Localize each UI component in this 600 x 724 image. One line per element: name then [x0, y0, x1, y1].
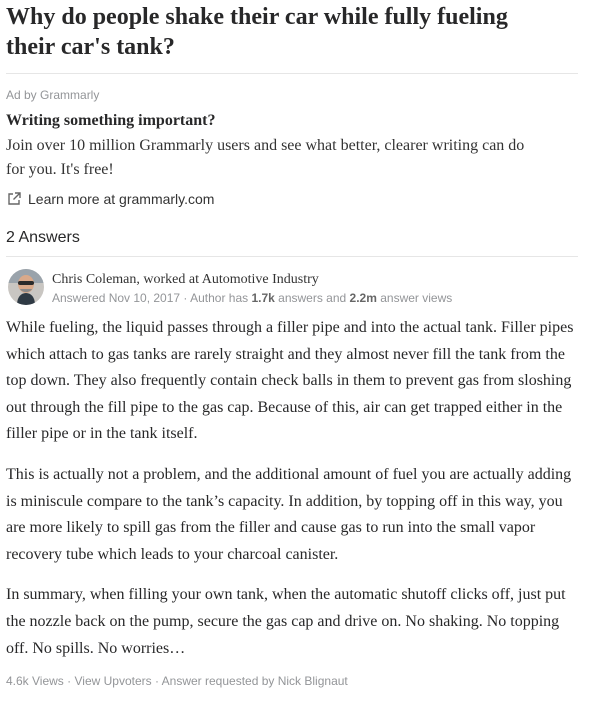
avatar[interactable]: [8, 269, 44, 305]
ad-body: Join over 10 million Grammarly users and…: [6, 134, 578, 182]
footer-separator: ·: [63, 674, 75, 689]
author-line: Chris Coleman, worked at Automotive Indu…: [52, 271, 452, 288]
answer-paragraph: While fueling, the liquid passes through…: [6, 319, 574, 443]
author-credential: , worked at Automotive Industry: [136, 272, 319, 287]
answer-paragraph: In summary, when filling your own tank, …: [6, 586, 566, 657]
answer-meta: Answered Nov 10, 2017 · Author has 1.7k …: [52, 290, 452, 306]
author-meta: Chris Coleman, worked at Automotive Indu…: [52, 269, 452, 306]
answers-divider: [6, 256, 578, 257]
author-view-count: 2.2m: [349, 291, 377, 305]
author-answer-count: 1.7k: [251, 291, 275, 305]
answers-count: 2 Answers: [6, 229, 80, 246]
ad-link-label: Learn more at grammarly.com: [28, 191, 215, 207]
footer-separator: ·: [151, 674, 162, 689]
answer-content: While fueling, the liquid passes through…: [6, 315, 578, 662]
answer-meta-suffix: answer views: [376, 291, 453, 305]
divider: [6, 73, 578, 74]
view-count: 4.6k Views: [6, 674, 64, 689]
ad-learn-more-link[interactable]: Learn more at grammarly.com: [6, 190, 578, 208]
answer-requested-by[interactable]: Answer requested by Nick Blignaut: [162, 674, 348, 688]
ad-headline[interactable]: Writing something important?: [6, 111, 578, 131]
question-page: Why do people shake their car while full…: [6, 0, 578, 689]
answer-paragraph: This is actually not a problem, and the …: [6, 465, 572, 563]
ad-body-line2: for you. It's free!: [6, 161, 114, 178]
author-name[interactable]: Chris Coleman: [52, 272, 136, 287]
ad-block: Ad by Grammarly Writing something import…: [6, 87, 578, 208]
answer-footer: 4.6k Views · View Upvoters · Answer requ…: [6, 673, 578, 689]
answer-meta-mid: answers and: [274, 291, 350, 305]
question-title[interactable]: Why do people shake their car while full…: [6, 0, 578, 62]
ad-attribution: Ad by Grammarly: [6, 88, 100, 102]
ad-body-line1: Join over 10 million Grammarly users and…: [6, 137, 525, 154]
external-link-icon: [8, 192, 21, 205]
answer-author: Chris Coleman, worked at Automotive Indu…: [6, 269, 578, 306]
answered-date: Answered Nov 10, 2017 · Author has: [52, 291, 252, 305]
view-upvoters-link[interactable]: View Upvoters: [74, 674, 151, 688]
question-title-line1: Why do people shake their car while full…: [6, 4, 508, 30]
question-title-line2: their car's tank?: [6, 34, 175, 60]
